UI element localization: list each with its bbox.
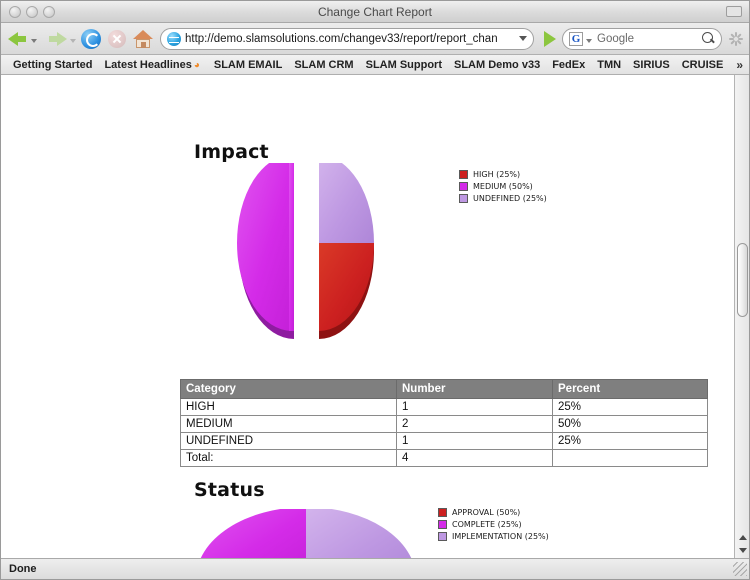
title-bar: Change Chart Report <box>1 1 749 23</box>
legend-item-high: HIGH (25%) <box>459 170 547 179</box>
search-input[interactable]: Google <box>597 33 702 45</box>
bookmark-latest-headlines-label: Latest Headlines <box>104 58 192 71</box>
bookmarks-bar: Getting Started Latest Headlines ◕ SLAM E… <box>1 55 749 75</box>
cell-number: 4 <box>396 449 553 467</box>
vertical-scrollbar[interactable] <box>734 75 749 558</box>
impact-pie-chart <box>186 155 456 343</box>
window-title: Change Chart Report <box>317 4 433 19</box>
bookmark-slam-email[interactable]: SLAM EMAIL <box>208 59 288 71</box>
site-globe-icon <box>167 31 181 46</box>
bookmarks-overflow-button[interactable]: » <box>736 58 743 72</box>
legend-item-undefined: UNDEFINED (25%) <box>459 194 547 203</box>
bookmark-slam-demo-v33[interactable]: SLAM Demo v33 <box>448 59 546 71</box>
navigation-toolbar: http://demo.slamsolutions.com/changev33/… <box>1 23 749 55</box>
table-row: HIGH 1 25% <box>180 398 708 416</box>
scroll-down-arrow-icon <box>738 548 747 553</box>
legend-swatch-medium <box>459 182 468 191</box>
table-row: MEDIUM 2 50% <box>180 415 708 433</box>
cell-category: HIGH <box>180 398 397 416</box>
status-legend: APPROVAL (50%) COMPLETE (25%) IMPLEMENTA… <box>438 508 549 544</box>
column-header-percent: Percent <box>552 379 708 399</box>
google-logo-icon[interactable]: G <box>569 31 583 46</box>
legend-swatch-implementation <box>438 532 447 541</box>
scroll-down-button[interactable] <box>736 544 749 557</box>
search-engine-chevron-icon[interactable] <box>586 38 592 43</box>
bookmark-fedex[interactable]: FedEx <box>546 59 591 71</box>
legend-label-medium: MEDIUM (50%) <box>473 182 533 191</box>
home-icon[interactable] <box>132 29 154 49</box>
table-row-total: Total: 4 <box>180 449 708 467</box>
forward-button[interactable] <box>45 29 76 49</box>
table-row: UNDEFINED 1 25% <box>180 432 708 450</box>
status-pie-svg <box>200 509 412 558</box>
throbber-icon <box>728 31 744 47</box>
table-header-row: Category Number Percent <box>180 379 708 399</box>
legend-label-undefined: UNDEFINED (25%) <box>473 194 547 203</box>
search-icon[interactable] <box>702 32 715 45</box>
resize-grip-icon[interactable] <box>733 562 747 576</box>
impact-pie-svg <box>237 155 374 339</box>
address-bar[interactable]: http://demo.slamsolutions.com/changev33/… <box>160 27 534 50</box>
legend-item-implementation: IMPLEMENTATION (25%) <box>438 532 549 541</box>
bookmark-latest-headlines[interactable]: Latest Headlines ◕ <box>98 59 207 71</box>
browser-window: Change Chart Report http://demo.slamsolu… <box>0 0 750 580</box>
bookmark-sirius[interactable]: SIRIUS <box>627 59 676 71</box>
back-arrow-icon <box>6 29 30 49</box>
cell-category: MEDIUM <box>180 415 397 433</box>
legend-label-high: HIGH (25%) <box>473 170 521 179</box>
back-button[interactable] <box>6 29 37 49</box>
impact-chart-title: Impact <box>194 141 269 163</box>
bookmark-getting-started[interactable]: Getting Started <box>7 59 98 71</box>
legend-item-medium: MEDIUM (50%) <box>459 182 547 191</box>
cell-number: 1 <box>396 398 553 416</box>
status-message: Done <box>9 563 37 575</box>
bookmark-cruise[interactable]: CRUISE <box>676 59 730 71</box>
column-header-number: Number <box>396 379 553 399</box>
toolbar-toggle-button[interactable] <box>726 6 742 17</box>
go-button[interactable] <box>544 30 556 47</box>
cell-percent: 50% <box>552 415 708 433</box>
legend-label-complete: COMPLETE (25%) <box>452 520 522 529</box>
impact-data-table: Category Number Percent HIGH 1 25% MEDIU… <box>180 379 708 467</box>
bookmark-slam-crm[interactable]: SLAM CRM <box>288 59 359 71</box>
cell-category: UNDEFINED <box>180 432 397 450</box>
forward-history-chevron-icon[interactable] <box>70 38 76 43</box>
cell-category: Total: <box>180 449 397 467</box>
url-dropdown-chevron-icon[interactable] <box>519 36 527 41</box>
cell-number: 2 <box>396 415 553 433</box>
legend-swatch-undefined <box>459 194 468 203</box>
legend-label-approval: APPROVAL (50%) <box>452 508 521 517</box>
forward-arrow-icon <box>45 29 69 49</box>
legend-swatch-high <box>459 170 468 179</box>
impact-legend: HIGH (25%) MEDIUM (50%) UNDEFINED (25%) <box>459 170 547 206</box>
legend-item-approval: APPROVAL (50%) <box>438 508 549 517</box>
back-history-chevron-icon[interactable] <box>31 38 37 43</box>
status-pie-chart <box>186 509 426 558</box>
status-bar: Done <box>1 558 749 579</box>
legend-swatch-complete <box>438 520 447 529</box>
rss-icon: ◕ <box>193 59 200 71</box>
stop-icon[interactable] <box>108 29 126 48</box>
cell-percent: 25% <box>552 398 708 416</box>
legend-label-implementation: IMPLEMENTATION (25%) <box>452 532 549 541</box>
scroll-up-arrow-icon <box>738 535 747 540</box>
status-chart-title: Status <box>194 479 265 501</box>
cell-percent: 25% <box>552 432 708 450</box>
search-bar[interactable]: G Google <box>562 27 722 50</box>
scroll-up-button[interactable] <box>736 531 749 544</box>
cell-percent <box>552 449 708 467</box>
reload-icon[interactable] <box>81 28 101 49</box>
report-page: Impact HIGH (25%) MEDIUM (50%) UNDEFINED… <box>1 75 734 558</box>
bookmark-tmn[interactable]: TMN <box>591 59 627 71</box>
legend-item-complete: COMPLETE (25%) <box>438 520 549 529</box>
url-input[interactable]: http://demo.slamsolutions.com/changev33/… <box>185 33 515 45</box>
cell-number: 1 <box>396 432 553 450</box>
bookmark-slam-support[interactable]: SLAM Support <box>360 59 448 71</box>
scrollbar-thumb[interactable] <box>737 243 748 317</box>
column-header-category: Category <box>180 379 397 399</box>
content-area: Impact HIGH (25%) MEDIUM (50%) UNDEFINED… <box>1 75 749 558</box>
legend-swatch-approval <box>438 508 447 517</box>
